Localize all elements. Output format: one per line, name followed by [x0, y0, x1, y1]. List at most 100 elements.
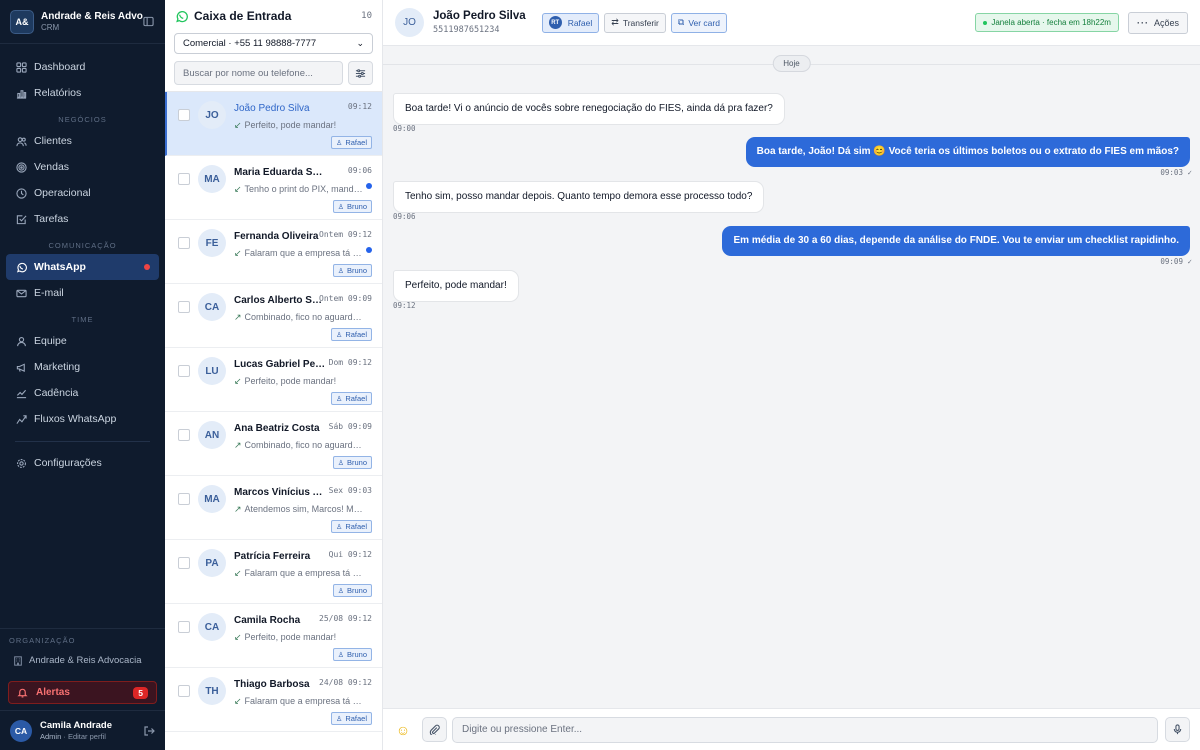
conversation-item[interactable]: PA Patrícia Ferreira Qui 09:12 ↙ Falaram que…	[165, 540, 382, 604]
conversation-preview: ↙Falaram que a empresa tá cobrando	[234, 248, 372, 259]
nav-dashboard-label: Dashboard	[34, 61, 86, 73]
filter-button[interactable]	[348, 61, 373, 85]
assignee-button[interactable]: RT Rafael	[541, 12, 600, 33]
person-icon: ♙	[336, 331, 343, 339]
search-input[interactable]: Buscar por nome ou telefone...	[174, 61, 343, 85]
view-card-label: Ver card	[688, 17, 720, 28]
incoming-arrow-icon: ↙	[234, 696, 242, 706]
conversation-preview-text: Falaram que a empresa tá cobrando	[244, 568, 372, 578]
conversation-checkbox[interactable]	[178, 301, 190, 313]
agent-tag: ♙ Bruno	[332, 584, 372, 597]
nav-fluxos-whatsapp[interactable]: Fluxos WhatsApp	[6, 406, 159, 432]
user-role: Admin	[40, 732, 62, 741]
nav-equipe[interactable]: Equipe	[6, 328, 159, 354]
conversation-item[interactable]: MA Maria Eduarda Santos 09:06 ↙ Tenho o prin…	[165, 156, 382, 220]
conversation-time: Ontem 09:09	[319, 294, 372, 303]
conversation-checkbox[interactable]	[178, 173, 190, 185]
conversation-preview: ↙ Perfeito, pode mandar!	[234, 376, 372, 387]
message-time: 09:12	[393, 301, 416, 310]
conversation-checkbox[interactable]	[178, 557, 190, 569]
conversation-checkbox[interactable]	[178, 429, 190, 441]
attach-button[interactable]	[422, 717, 447, 742]
person-icon: ♙	[337, 203, 344, 211]
conversation-checkbox[interactable]	[178, 365, 190, 377]
conversation-item[interactable]: TH Thiago Barbosa 24/08 09:12 ↙ Falaram que …	[165, 668, 382, 732]
conversation-preview-text: Falaram que a empresa tá cobrando	[244, 696, 372, 706]
incoming-message[interactable]: Perfeito, pode mandar!	[393, 270, 519, 302]
sidebar-nav: Dashboard Relatórios NEGÓCIOS Clientes V…	[0, 44, 165, 476]
incoming-arrow-icon: ↙	[234, 376, 242, 386]
nav-cadencia[interactable]: Cadência	[6, 380, 159, 406]
channel-select[interactable]: Comercial · +55 11 98888-7777 ⌄	[174, 33, 373, 54]
more-icon: ···	[1136, 17, 1149, 28]
alerts-count-badge: 5	[133, 686, 148, 699]
conversation-preview-text: Falaram que a empresa tá cobrando	[244, 248, 372, 258]
conversation-item[interactable]: CA Carlos Alberto Souza Ontem 09:09 ↗ Combin…	[165, 284, 382, 348]
conversation-time: Sáb 09:09	[328, 422, 372, 431]
actions-button[interactable]: ··· Ações	[1127, 11, 1188, 34]
conversation-checkbox[interactable]	[178, 237, 190, 249]
outgoing-message[interactable]: Em média de 30 a 60 dias, depende da aná…	[722, 226, 1190, 256]
conversation-preview: ↗ Combinado, fico no aguardo 👍	[234, 440, 372, 451]
conversation-avatar: LU	[198, 357, 226, 385]
conversation-item[interactable]: FE Fernanda Oliveira Ontem 09:12 ↙ Falaram q…	[165, 220, 382, 284]
inbox-count: 10	[361, 11, 372, 21]
whatsapp-notification-dot	[144, 264, 150, 270]
logout-icon[interactable]	[143, 725, 155, 737]
conversation-item[interactable]: MA Marcos Vinícius Almeida Sex 09:03 ↗ Atend…	[165, 476, 382, 540]
agent-tag: ♙ Bruno	[332, 200, 372, 213]
nav-email[interactable]: E-mail	[6, 280, 159, 306]
conversation-time: Ontem 09:12	[319, 230, 372, 239]
conversation-avatar: MA	[198, 485, 226, 513]
emoji-icon[interactable]: ☺	[394, 721, 412, 739]
incoming-message[interactable]: Boa tarde! Vi o anúncio de vocês sobre r…	[393, 93, 785, 125]
section-comunicacao: COMUNICAÇÃO	[48, 241, 117, 250]
mic-button[interactable]	[1165, 717, 1190, 742]
conversation-preview-text: Atendemos sim, Marcos! Me conta	[244, 504, 372, 514]
nav-marketing[interactable]: Marketing	[6, 354, 159, 380]
conversation-item[interactable]: LU Lucas Gabriel Pereira Dom 09:12 ↙ Perfeit…	[165, 348, 382, 412]
nav-configuracoes[interactable]: Configurações	[6, 450, 159, 476]
nav-vendas[interactable]: Vendas	[6, 154, 159, 180]
alerts-button[interactable]: Alertas 5	[8, 681, 157, 704]
brand-logo: A&	[10, 9, 34, 34]
conversation-checkbox[interactable]	[178, 493, 190, 505]
conversation-item[interactable]: JO João Pedro Silva 09:12 ↙ Perfeito, pode m…	[165, 92, 382, 156]
day-label: Hoje	[772, 55, 811, 72]
conversation-checkbox[interactable]	[178, 685, 190, 697]
conversation-checkbox[interactable]	[178, 109, 190, 121]
person-icon: ♙	[337, 651, 344, 659]
view-card-button[interactable]: ⧉ Ver card	[670, 12, 727, 33]
agent-tag-label: Bruno	[346, 202, 367, 211]
sliders-icon	[355, 68, 366, 79]
nav-tarefas[interactable]: Tarefas	[6, 206, 159, 232]
message-area[interactable]: Hoje Boa tarde! Vi o anúncio de vocês so…	[383, 46, 1200, 708]
conversation-time: Qui 09:12	[328, 550, 372, 559]
nav-operacional[interactable]: Operacional	[6, 180, 159, 206]
composer: ☺ Digite ou pressione Enter...	[383, 708, 1200, 750]
transfer-button[interactable]: ⇄ Transferir	[604, 12, 666, 33]
edit-profile-link[interactable]: · Editar perfil	[63, 732, 106, 741]
building-icon	[13, 655, 23, 666]
nav-equipe-label: Equipe	[34, 335, 67, 347]
conversation-item[interactable]: CA Camila Rocha 25/08 09:12 ↙ Perfeito, pode…	[165, 604, 382, 668]
sidebar-collapse-icon[interactable]	[143, 16, 155, 28]
message-input[interactable]: Digite ou pressione Enter...	[452, 716, 1158, 743]
incoming-message[interactable]: Tenho sim, posso mandar depois. Quanto t…	[393, 181, 765, 213]
nav-dashboard[interactable]: Dashboard	[6, 54, 159, 80]
person-icon: ♙	[337, 587, 344, 595]
org-selector[interactable]: Andrade & Reis Advocacia	[9, 655, 156, 666]
user-profile[interactable]: CA Camila Andrade Admin · Editar perfil	[0, 710, 165, 750]
conversation-item[interactable]: AN Ana Beatriz Costa Sáb 09:09 ↗ Combinado, …	[165, 412, 382, 476]
unread-dot	[366, 183, 372, 189]
nav-relatorios[interactable]: Relatórios	[6, 80, 159, 106]
nav-cadencia-label: Cadência	[34, 387, 79, 399]
conversation-preview: ↙ Perfeito, pode mandar!	[234, 632, 372, 643]
conversation-checkbox[interactable]	[178, 621, 190, 633]
nav-whatsapp[interactable]: WhatsApp	[6, 254, 159, 280]
nav-clientes[interactable]: Clientes	[6, 128, 159, 154]
outgoing-arrow-icon: ↗	[234, 312, 242, 322]
person-icon: ♙	[337, 459, 344, 467]
outgoing-message[interactable]: Boa tarde, João! Dá sim 😊 Você teria os …	[745, 137, 1190, 167]
conversation-time: 24/08 09:12	[319, 678, 372, 687]
